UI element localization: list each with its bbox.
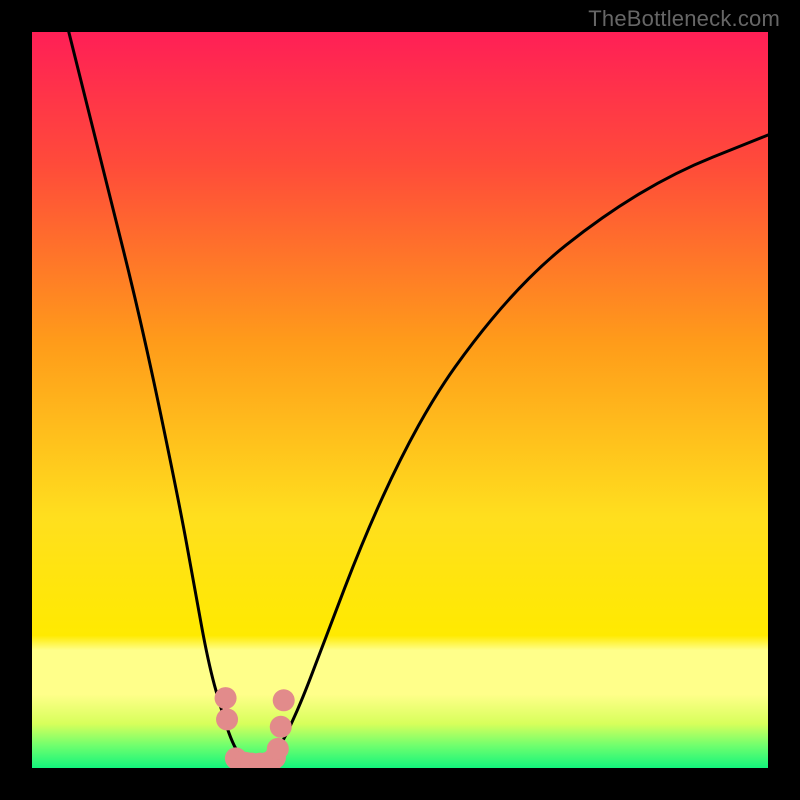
marker-point [273,689,295,711]
marker-point [270,716,292,738]
marker-point [216,708,238,730]
gradient-background [32,32,768,768]
marker-point [267,738,289,760]
chart-svg [32,32,768,768]
plot-area [32,32,768,768]
chart-container: TheBottleneck.com [0,0,800,800]
watermark-text: TheBottleneck.com [588,6,780,32]
marker-point [215,687,237,709]
